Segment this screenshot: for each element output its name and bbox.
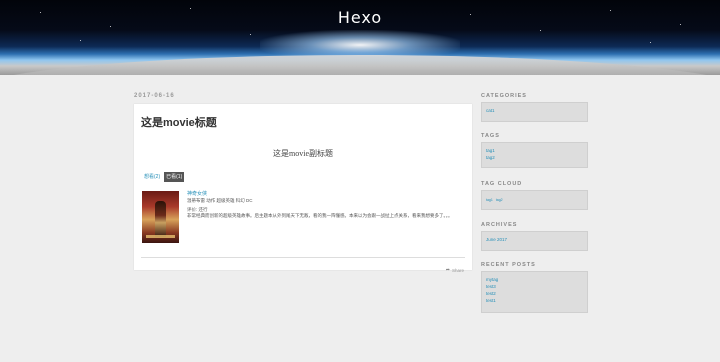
tag-link[interactable]: tag1 bbox=[486, 147, 583, 154]
widget-body: cat1 bbox=[481, 102, 588, 122]
recent-post-link[interactable]: test2 bbox=[486, 290, 583, 297]
poster-title-art bbox=[146, 235, 175, 238]
movie-tabs: 想看(2) 已看(1) bbox=[142, 172, 185, 182]
tag-cloud-link[interactable]: tag2 bbox=[496, 197, 503, 204]
star bbox=[80, 40, 81, 41]
widget-title: CATEGORIES bbox=[481, 93, 527, 99]
tab-watched[interactable]: 已看(1) bbox=[164, 172, 185, 182]
recent-post-link[interactable]: mytag bbox=[486, 276, 583, 283]
tab-want-to-watch[interactable]: 想看(2) bbox=[142, 172, 162, 182]
movie-summary: 非常经典而创新的超级英雄故事。后主题本从外到尾天下无敌，看的我一阵懂感。本来以为… bbox=[187, 213, 453, 218]
post-date[interactable]: 2017-06-16 bbox=[134, 90, 472, 102]
widget-title: TAG CLOUD bbox=[481, 181, 523, 187]
poster-figure bbox=[155, 201, 166, 237]
earth-horizon bbox=[0, 55, 720, 75]
share-icon: ➦ bbox=[445, 267, 450, 273]
movie-name[interactable]: 神奇女侠 bbox=[187, 191, 453, 198]
widget-body: tag1 tag2 bbox=[481, 142, 588, 168]
widget-title: ARCHIVES bbox=[481, 222, 518, 228]
widget-body: tag1 tag2 bbox=[481, 190, 588, 210]
widget-categories: CATEGORIES cat1 bbox=[481, 90, 588, 122]
post-divider bbox=[141, 257, 465, 258]
main-content: 2017-06-16 这是movie标题 这是movie副标题 想看(2) 已看… bbox=[134, 90, 472, 273]
post-card: 这是movie标题 这是movie副标题 想看(2) 已看(1) 神奇女侠 温蒂… bbox=[134, 104, 472, 273]
header-banner: Hexo bbox=[0, 0, 720, 75]
sidebar: CATEGORIES cat1 TAGS tag1 tag2 TAG CLOUD… bbox=[481, 90, 588, 313]
movie-item: 神奇女侠 温蒂布雷 动作 超级英雄 科幻 DC 评价: 还行 非常经典而创新的超… bbox=[142, 191, 453, 243]
movie-poster[interactable] bbox=[142, 191, 179, 243]
widget-archives: ARCHIVES June 2017 bbox=[481, 219, 588, 251]
widget-body: June 2017 bbox=[481, 231, 588, 251]
recent-post-link[interactable]: test1 bbox=[486, 297, 583, 304]
post-title[interactable]: 这是movie标题 bbox=[141, 114, 217, 130]
star bbox=[540, 30, 541, 31]
widget-body: mytag test3 test2 test1 bbox=[481, 271, 588, 313]
widget-title: RECENT POSTS bbox=[481, 262, 536, 268]
widget-title: TAGS bbox=[481, 133, 500, 139]
post-subtitle: 这是movie副标题 bbox=[273, 149, 333, 158]
share-label: Share bbox=[451, 267, 464, 273]
star bbox=[250, 34, 251, 35]
widget-tags: TAGS tag1 tag2 bbox=[481, 130, 588, 168]
share-button[interactable]: ➦ Share bbox=[446, 267, 464, 273]
category-link[interactable]: cat1 bbox=[486, 107, 583, 114]
tag-cloud-link[interactable]: tag1 bbox=[486, 197, 493, 204]
widget-tag-cloud: TAG CLOUD tag1 tag2 bbox=[481, 178, 588, 210]
movie-info: 神奇女侠 温蒂布雷 动作 超级英雄 科幻 DC 评价: 还行 非常经典而创新的超… bbox=[187, 191, 453, 243]
widget-recent-posts: RECENT POSTS mytag test3 test2 test1 bbox=[481, 259, 588, 313]
archive-link[interactable]: June 2017 bbox=[486, 236, 583, 243]
recent-post-link[interactable]: test3 bbox=[486, 283, 583, 290]
movie-meta: 温蒂布雷 动作 超级英雄 科幻 DC bbox=[187, 198, 253, 203]
site-title[interactable]: Hexo bbox=[0, 8, 720, 27]
star bbox=[650, 42, 651, 43]
tag-link[interactable]: tag2 bbox=[486, 154, 583, 161]
